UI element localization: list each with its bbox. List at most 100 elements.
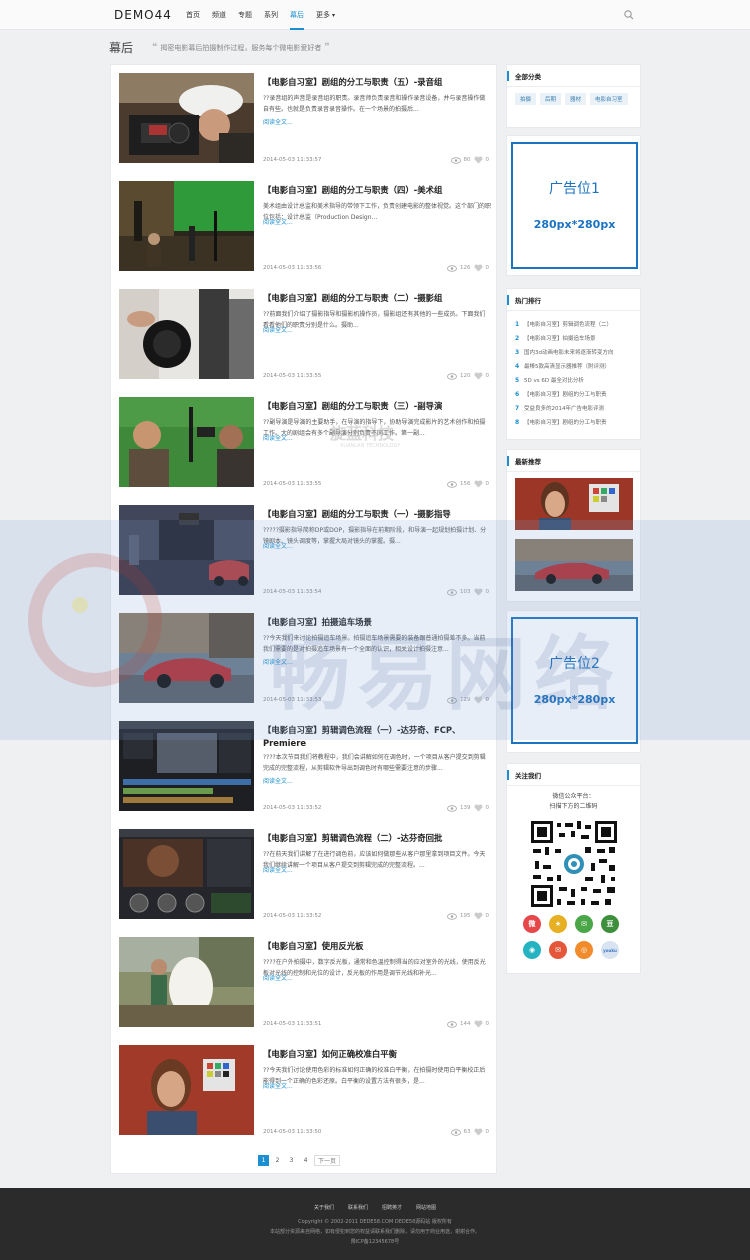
hot-item[interactable]: 6 【电影自习室】剧组的分工与职责 xyxy=(515,387,637,401)
list-item: 【电影自习室】剪辑调色流程（二）-达芬奇回批 ??在前天我们讲解了在进行调色前，… xyxy=(119,829,491,921)
hot-item[interactable]: 4 最棒5款高清显示器推荐（附评测） xyxy=(515,359,637,373)
search-icon[interactable] xyxy=(623,9,635,21)
heart-icon[interactable] xyxy=(473,912,483,920)
post-excerpt: ??前面我们介绍了摄影指导和摄影机操作员，摄影组还有其他的一些成员。下面我们看看… xyxy=(263,311,486,329)
category-tag[interactable]: 后期 xyxy=(540,93,562,105)
heart-icon[interactable] xyxy=(473,480,483,488)
page-3-button[interactable]: 3 xyxy=(286,1155,297,1166)
site-logo[interactable]: DEMO44 xyxy=(114,8,172,22)
heart-icon[interactable] xyxy=(473,1128,483,1136)
footer-link-about[interactable]: 关于我们 xyxy=(314,1204,334,1211)
hot-item[interactable]: 8 【电影自习室】剧组的分工与职责 xyxy=(515,415,637,429)
read-more-link[interactable]: 阅读全文... xyxy=(263,117,293,126)
post-title[interactable]: 【电影自习室】剧组的分工与职责（三）-副导演 xyxy=(263,400,489,413)
page-4-button[interactable]: 4 xyxy=(300,1155,311,1166)
star-icon[interactable]: ★ xyxy=(549,915,567,933)
post-title[interactable]: 【电影自习室】使用反光板 xyxy=(263,940,489,953)
nav-item-more[interactable]: 更多 ▾ xyxy=(310,0,341,30)
like-count: 0 xyxy=(485,157,490,163)
post-stats: 156 0 xyxy=(447,480,489,488)
nav-item-topics[interactable]: 专题 xyxy=(232,0,258,30)
post-thumbnail[interactable] xyxy=(119,73,254,163)
category-tag[interactable]: 电影自习室 xyxy=(590,93,628,105)
hot-item[interactable]: 3 国内3d动画电影未来将逐渐转变方向 xyxy=(515,345,637,359)
post-thumbnail[interactable] xyxy=(119,829,254,919)
hot-item-label: 受益良多的2014年广告电影评测 xyxy=(524,406,604,412)
hot-item[interactable]: 2 【电影自习室】拍摄追车场景 xyxy=(515,331,637,345)
follow-line-2: 扫描下方的二维码 xyxy=(549,803,598,810)
nav-item-behind-scenes[interactable]: 幕后 xyxy=(284,0,310,30)
mail-icon[interactable]: ✉ xyxy=(549,941,567,959)
post-date: 2014-05-03 11:33:55 xyxy=(263,481,322,487)
rank-number: 7 xyxy=(515,404,520,412)
post-title[interactable]: 【电影自习室】剧组的分工与职责（二）-摄影组 xyxy=(263,292,489,305)
location-icon[interactable]: ◉ xyxy=(523,941,541,959)
post-title[interactable]: 【电影自习室】剪辑调色流程（二）-达芬奇回批 xyxy=(263,832,489,845)
post-date: 2014-05-03 11:33:51 xyxy=(263,1021,322,1027)
post-title[interactable]: 【电影自习室】如何正确校准白平衡 xyxy=(263,1048,489,1061)
nav-item-series[interactable]: 系列 xyxy=(258,0,284,30)
category-tag[interactable]: 拍摄 xyxy=(515,93,537,105)
category-tag[interactable]: 器材 xyxy=(565,93,587,105)
hot-item-label: 国内3d动画电影未来将逐渐转变方向 xyxy=(524,350,614,356)
hot-item-label: 【电影自习室】拍摄追车场景 xyxy=(524,336,596,342)
wechat-icon[interactable]: ✉ xyxy=(575,915,593,933)
search-box xyxy=(545,7,637,23)
disclaimer-text: 本站部分资源来自网络，如有侵犯到您的权益请联系我们删除，请勿用于商业用途，谢谢合… xyxy=(269,1229,480,1235)
post-thumbnail[interactable] xyxy=(119,1045,254,1135)
post-title[interactable]: 【电影自习室】剧组的分工与职责（四）-美术组 xyxy=(263,184,489,197)
page-1-button[interactable]: 1 xyxy=(258,1155,269,1166)
next-page-button[interactable]: 下一页 xyxy=(314,1155,341,1166)
read-more-link[interactable]: 阅读全文... xyxy=(263,433,293,442)
hot-item[interactable]: 7 受益良多的2014年广告电影评测 xyxy=(515,401,637,415)
read-more-link[interactable]: 阅读全文... xyxy=(263,865,293,874)
post-title[interactable]: 【电影自习室】剧组的分工与职责（五）-录音组 xyxy=(263,76,489,89)
post-stats: 139 0 xyxy=(447,804,489,812)
nav-item-channels[interactable]: 频道 xyxy=(206,0,232,30)
eye-icon xyxy=(447,1020,457,1028)
read-more-link[interactable]: 阅读全文... xyxy=(263,1081,293,1090)
eye-icon xyxy=(447,804,457,812)
watermark-subtext: XUANLAN TECHNOLOGY xyxy=(340,443,401,449)
hot-item[interactable]: 5 5D vs 6D 最全对比分析 xyxy=(515,373,637,387)
rss-icon[interactable]: ◎ xyxy=(575,941,593,959)
post-thumbnail[interactable] xyxy=(119,397,254,487)
post-thumbnail[interactable] xyxy=(119,181,254,271)
heart-icon[interactable] xyxy=(473,1020,483,1028)
nav-more-label: 更多 xyxy=(316,11,330,19)
post-stats: 63 0 xyxy=(450,1128,489,1136)
post-thumbnail[interactable] xyxy=(119,937,254,1027)
hot-item-label: 5D vs 6D 最全对比分析 xyxy=(524,378,584,384)
category-tags: 拍摄 后期 器材 电影自习室 xyxy=(515,93,637,105)
read-more-link[interactable]: 阅读全文... xyxy=(263,217,293,226)
icp-text[interactable]: 豫ICP备12345678号 xyxy=(0,1238,750,1245)
post-thumbnail[interactable] xyxy=(119,289,254,379)
douban-icon[interactable]: 豆 xyxy=(601,915,619,933)
rank-number: 8 xyxy=(515,418,520,426)
footer: 关于我们 联系我们 招聘英才 网站地图 Copyright © 2002-201… xyxy=(0,1188,750,1260)
like-count: 0 xyxy=(485,265,490,271)
page-2-button[interactable]: 2 xyxy=(272,1155,283,1166)
footer-link-contact[interactable]: 联系我们 xyxy=(348,1204,368,1211)
footer-link-jobs[interactable]: 招聘英才 xyxy=(382,1204,402,1211)
nav-item-home[interactable]: 首页 xyxy=(180,0,206,30)
list-item: 【电影自习室】剧组的分工与职责（二）-摄影组 ??前面我们介绍了摄影指导和摄影机… xyxy=(119,289,491,381)
weibo-icon[interactable]: 微 xyxy=(523,915,541,933)
heart-icon[interactable] xyxy=(473,804,483,812)
widget-title: 最新推荐 xyxy=(515,458,541,466)
heart-icon[interactable] xyxy=(473,372,483,380)
ad-slot-1[interactable]: 广告位1 280px*280px xyxy=(511,142,638,269)
heart-icon[interactable] xyxy=(473,264,483,272)
read-more-link[interactable]: 阅读全文... xyxy=(263,776,293,785)
hot-item[interactable]: 1 【电影自习室】剪辑调色流程（二） xyxy=(515,317,637,331)
ad-widget-1: 广告位1 280px*280px xyxy=(506,135,641,276)
qr-code-icon xyxy=(529,819,619,909)
rank-number: 3 xyxy=(515,348,520,356)
read-more-link[interactable]: 阅读全文... xyxy=(263,325,293,334)
eye-icon xyxy=(447,912,457,920)
read-more-link[interactable]: 阅读全文... xyxy=(263,973,293,982)
heart-icon[interactable] xyxy=(473,156,483,164)
widget-title: 热门排行 xyxy=(515,297,541,305)
youku-icon[interactable]: youku xyxy=(601,941,619,959)
footer-link-sitemap[interactable]: 网站地图 xyxy=(416,1204,436,1211)
